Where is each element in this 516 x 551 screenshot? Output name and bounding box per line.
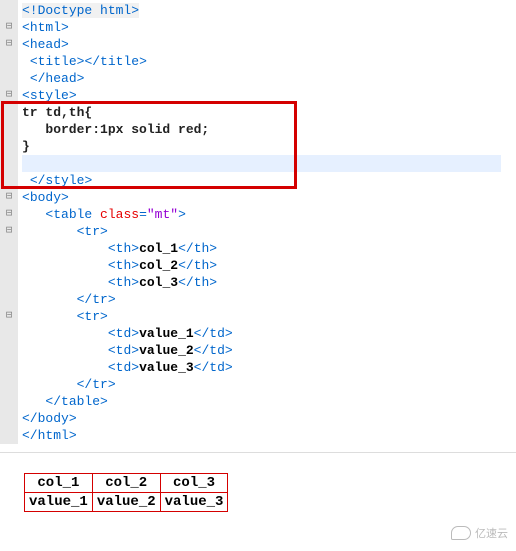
code-editor[interactable]: ⊟ ⊟ ⊟ ⊟ ⊟ ⊟ ⊟ <!Doctype html> <html> <he…: [0, 0, 516, 453]
fold-toggle[interactable]: ⊟: [0, 19, 18, 36]
table-header: col_3: [160, 474, 228, 493]
gutter-row: [0, 121, 18, 138]
table-cell: value_2: [92, 493, 160, 512]
code-line[interactable]: <th>col_2</th>: [22, 257, 516, 274]
fold-toggle[interactable]: ⊟: [0, 308, 18, 325]
gutter-row: [0, 274, 18, 291]
code-line[interactable]: </html>: [22, 427, 516, 444]
code-line[interactable]: </tr>: [22, 291, 516, 308]
code-line[interactable]: <!Doctype html>: [22, 2, 516, 19]
render-preview: col_1 col_2 col_3 value_1 value_2 value_…: [0, 453, 516, 512]
gutter-row: [0, 359, 18, 376]
gutter-row: [0, 342, 18, 359]
code-line[interactable]: <th>col_1</th>: [22, 240, 516, 257]
code-line[interactable]: </style>: [22, 172, 516, 189]
code-line[interactable]: <tr>: [22, 308, 516, 325]
fold-gutter: ⊟ ⊟ ⊟ ⊟ ⊟ ⊟ ⊟: [0, 0, 18, 444]
code-line[interactable]: <head>: [22, 36, 516, 53]
table-row: col_1 col_2 col_3: [25, 474, 228, 493]
gutter-row: [0, 70, 18, 87]
watermark: 亿速云: [451, 525, 508, 541]
fold-toggle[interactable]: ⊟: [0, 223, 18, 240]
fold-toggle[interactable]: ⊟: [0, 206, 18, 223]
table-cell: value_1: [25, 493, 93, 512]
fold-toggle[interactable]: ⊟: [0, 189, 18, 206]
gutter-row: [0, 104, 18, 121]
gutter-row: [0, 291, 18, 308]
code-line[interactable]: <html>: [22, 19, 516, 36]
code-line[interactable]: <style>: [22, 87, 516, 104]
gutter-row: [0, 257, 18, 274]
code-line[interactable]: <th>col_3</th>: [22, 274, 516, 291]
gutter-row: [0, 138, 18, 155]
gutter-row: [0, 2, 18, 19]
gutter-row: [0, 325, 18, 342]
preview-table: col_1 col_2 col_3 value_1 value_2 value_…: [24, 473, 228, 512]
code-line[interactable]: tr td,th{: [22, 104, 516, 121]
code-line[interactable]: </tr>: [22, 376, 516, 393]
gutter-row: [0, 240, 18, 257]
gutter-row: [0, 172, 18, 189]
code-line[interactable]: <td>value_2</td>: [22, 342, 516, 359]
code-line[interactable]: <title></title>: [22, 53, 516, 70]
gutter-row: [0, 393, 18, 410]
fold-toggle[interactable]: ⊟: [0, 36, 18, 53]
watermark-text: 亿速云: [475, 525, 508, 541]
table-row: value_1 value_2 value_3: [25, 493, 228, 512]
gutter-row: [0, 376, 18, 393]
table-header: col_1: [25, 474, 93, 493]
code-line[interactable]: <td>value_1</td>: [22, 325, 516, 342]
gutter-row: [0, 410, 18, 427]
gutter-row: [0, 427, 18, 444]
code-line[interactable]: </body>: [22, 410, 516, 427]
code-line[interactable]: <table class="mt">: [22, 206, 516, 223]
code-line[interactable]: <tr>: [22, 223, 516, 240]
code-area[interactable]: <!Doctype html> <html> <head> <title></t…: [18, 0, 516, 444]
fold-toggle[interactable]: ⊟: [0, 87, 18, 104]
code-line[interactable]: </head>: [22, 70, 516, 87]
gutter-row: [0, 155, 18, 172]
code-line[interactable]: <body>: [22, 189, 516, 206]
code-line[interactable]: }: [22, 138, 516, 155]
code-line-active[interactable]: [22, 155, 501, 172]
gutter-row: [0, 53, 18, 70]
code-line[interactable]: </table>: [22, 393, 516, 410]
table-header: col_2: [92, 474, 160, 493]
code-line[interactable]: <td>value_3</td>: [22, 359, 516, 376]
table-cell: value_3: [160, 493, 228, 512]
cloud-icon: [451, 526, 471, 540]
code-line[interactable]: border:1px solid red;: [22, 121, 516, 138]
